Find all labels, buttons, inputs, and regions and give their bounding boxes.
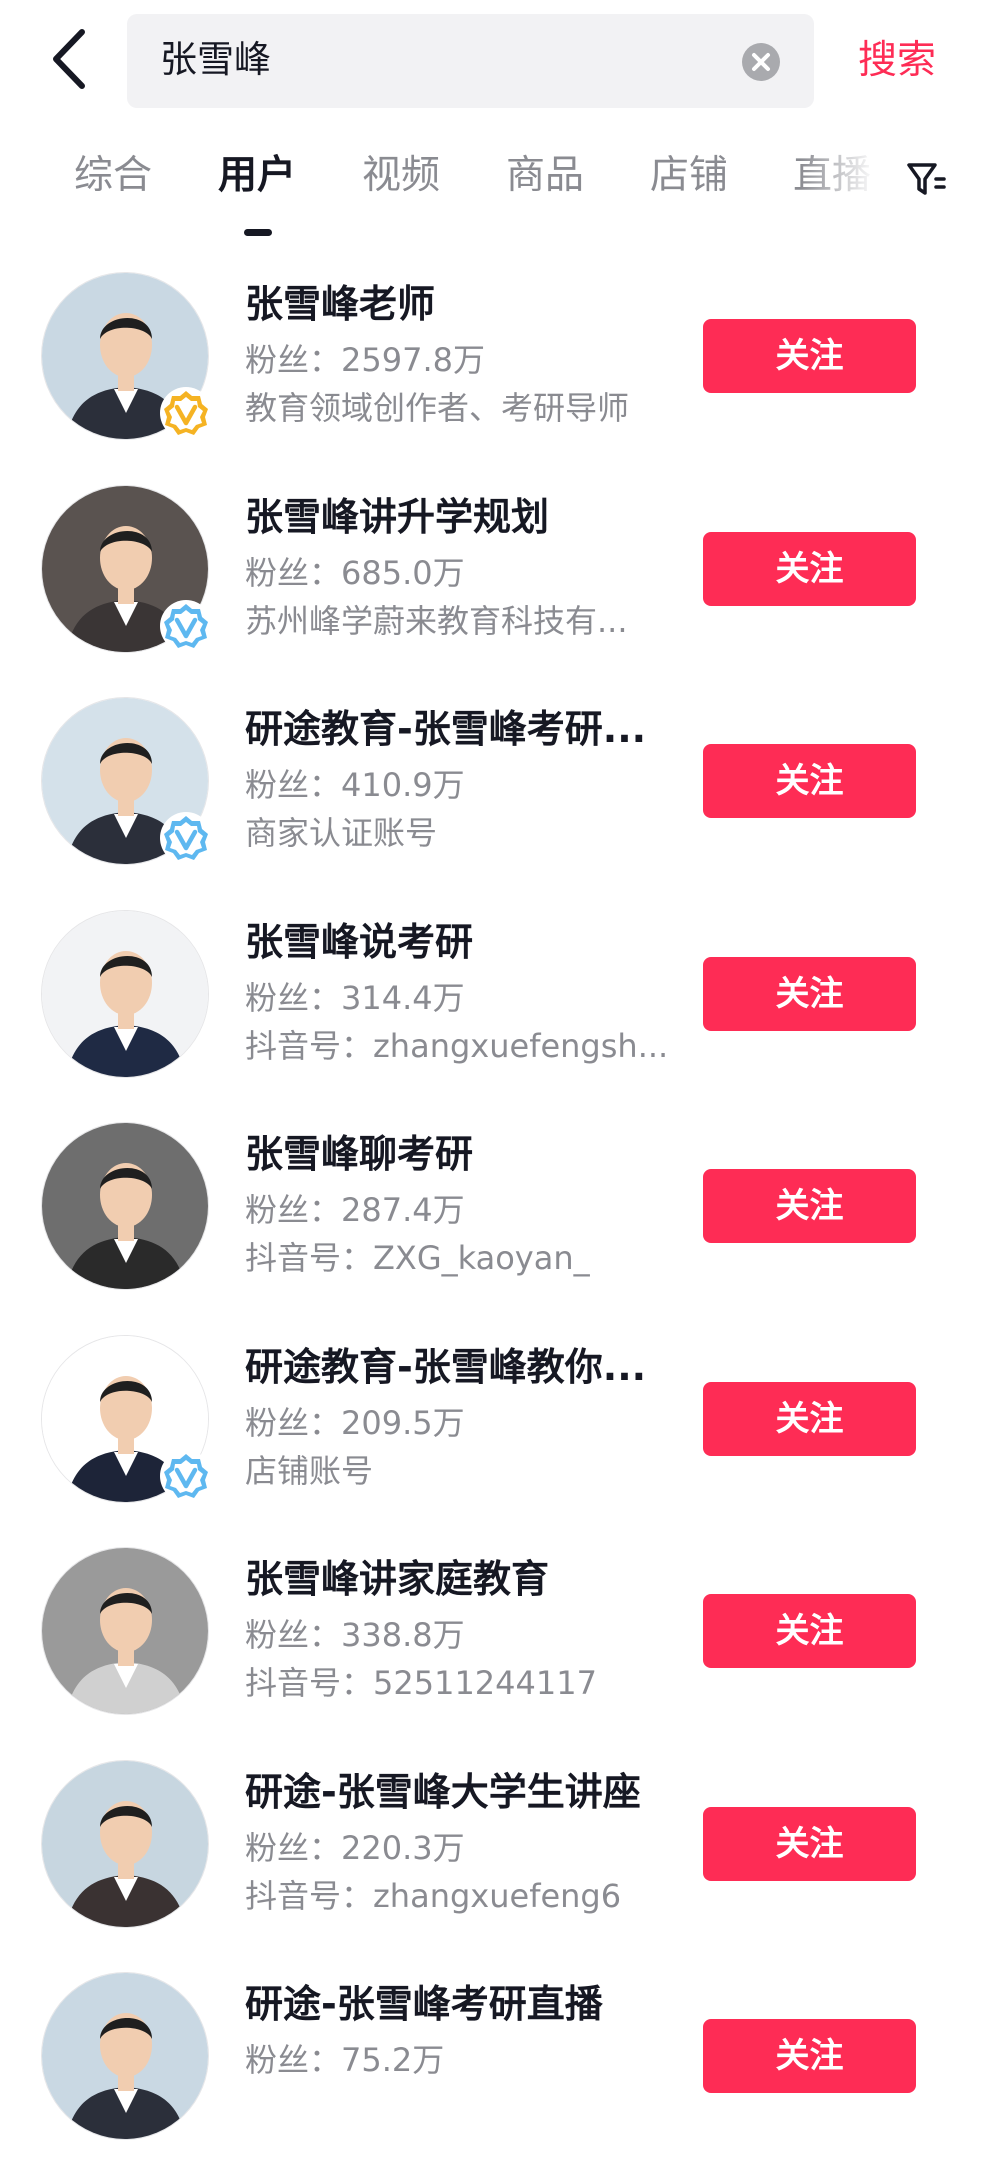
user-description: 抖音号：zhangxuefeng6: [245, 1877, 622, 1915]
tab-users[interactable]: 用户: [218, 149, 296, 203]
user-name: 张雪峰老师: [245, 282, 436, 326]
fan-count: 粉丝：685.0万: [245, 554, 465, 592]
verified-badge-icon: [158, 810, 214, 866]
user-name: 张雪峰说考研: [245, 920, 474, 964]
avatar[interactable]: [41, 1547, 209, 1715]
follow-button[interactable]: 关注: [703, 957, 916, 1031]
back-button[interactable]: [44, 26, 96, 92]
user-description: 商家认证账号: [245, 814, 438, 852]
fan-count: 粉丝：209.5万: [245, 1404, 465, 1442]
user-name: 研途教育-张雪峰考研...: [245, 707, 647, 751]
search-query-text: 张雪峰: [160, 38, 271, 81]
user-name: 张雪峰聊考研: [245, 1132, 474, 1176]
follow-button[interactable]: 关注: [703, 1382, 916, 1456]
user-name: 研途-张雪峰大学生讲座: [245, 1770, 641, 1814]
user-description: 店铺账号: [245, 1452, 374, 1490]
tabs-fade-overlay: [800, 135, 890, 235]
user-row[interactable]: 张雪峰讲家庭教育粉丝：338.8万抖音号：52511244117 关注: [0, 1535, 981, 1747]
user-description: 抖音号：zhangxuefengsh...: [245, 1027, 669, 1065]
user-name: 研途教育-张雪峰教你...: [245, 1345, 647, 1389]
user-description: 抖音号：ZXG_kaoyan_: [245, 1239, 590, 1277]
fan-count: 粉丝：314.4万: [245, 979, 465, 1017]
user-row[interactable]: 研途教育-张雪峰教你... 粉丝：209.5万 店铺账号 关注: [0, 1323, 981, 1535]
tab-comprehensive[interactable]: 综合: [74, 149, 152, 203]
user-row[interactable]: 张雪峰说考研粉丝：314.4万抖音号：zhangxuefengsh... 关注: [0, 898, 981, 1110]
follow-button[interactable]: 关注: [703, 1807, 916, 1881]
filter-icon[interactable]: [906, 157, 946, 201]
fan-count: 粉丝：338.8万: [245, 1616, 465, 1654]
category-tabs: 综合 用户 视频 商品 店铺 直播: [0, 135, 981, 245]
fan-count: 粉丝：220.3万: [245, 1829, 465, 1867]
user-row[interactable]: 研途-张雪峰大学生讲座粉丝：220.3万抖音号：zhangxuefeng6 关注: [0, 1748, 981, 1960]
user-row[interactable]: 张雪峰聊考研粉丝：287.4万抖音号：ZXG_kaoyan_ 关注: [0, 1110, 981, 1322]
active-tab-indicator: [244, 229, 272, 236]
verified-badge-icon: [158, 1448, 214, 1504]
search-header: 张雪峰 搜索: [0, 0, 981, 120]
user-row[interactable]: 张雪峰老师粉丝：2597.8万教育领域创作者、考研导师 关注: [0, 260, 981, 472]
user-name: 张雪峰讲升学规划: [245, 495, 550, 539]
follow-button[interactable]: 关注: [703, 1169, 916, 1243]
follow-button[interactable]: 关注: [703, 319, 916, 393]
fan-count: 粉丝：2597.8万: [245, 341, 485, 379]
user-name: 研途-张雪峰考研直播: [245, 1982, 603, 2026]
search-button[interactable]: 搜索: [858, 34, 936, 88]
fan-count: 粉丝：287.4万: [245, 1191, 465, 1229]
user-row[interactable]: 研途教育-张雪峰考研... 粉丝：410.9万 商家认证账号 关注: [0, 685, 981, 897]
fan-count: 粉丝：410.9万: [245, 766, 465, 804]
user-row[interactable]: 研途-张雪峰考研直播粉丝：75.2万 关注: [0, 1960, 981, 2172]
avatar[interactable]: [41, 1972, 209, 2140]
user-description: 教育领域创作者、考研导师: [245, 389, 630, 427]
chevron-left-icon: [53, 29, 85, 89]
user-description: 抖音号：52511244117: [245, 1664, 597, 1702]
avatar[interactable]: [41, 1760, 209, 1928]
search-input[interactable]: 张雪峰: [127, 14, 814, 108]
tab-products[interactable]: 商品: [506, 149, 584, 203]
user-name: 张雪峰讲家庭教育: [245, 1557, 550, 1601]
fan-count: 粉丝：75.2万: [245, 2041, 445, 2079]
user-row[interactable]: 张雪峰讲升学规划粉丝：685.0万苏州峰学蔚来教育科技有... 关注: [0, 473, 981, 685]
follow-button[interactable]: 关注: [703, 1594, 916, 1668]
tab-shops[interactable]: 店铺: [650, 149, 728, 203]
follow-button[interactable]: 关注: [703, 2019, 916, 2093]
tab-videos[interactable]: 视频: [362, 149, 440, 203]
verified-badge-icon: [158, 598, 214, 654]
follow-button[interactable]: 关注: [703, 532, 916, 606]
avatar[interactable]: [41, 910, 209, 1078]
user-description: 苏州峰学蔚来教育科技有...: [245, 602, 628, 640]
avatar[interactable]: [41, 1122, 209, 1290]
follow-button[interactable]: 关注: [703, 744, 916, 818]
verified-badge-icon: [158, 385, 214, 441]
clear-icon[interactable]: [742, 43, 780, 81]
